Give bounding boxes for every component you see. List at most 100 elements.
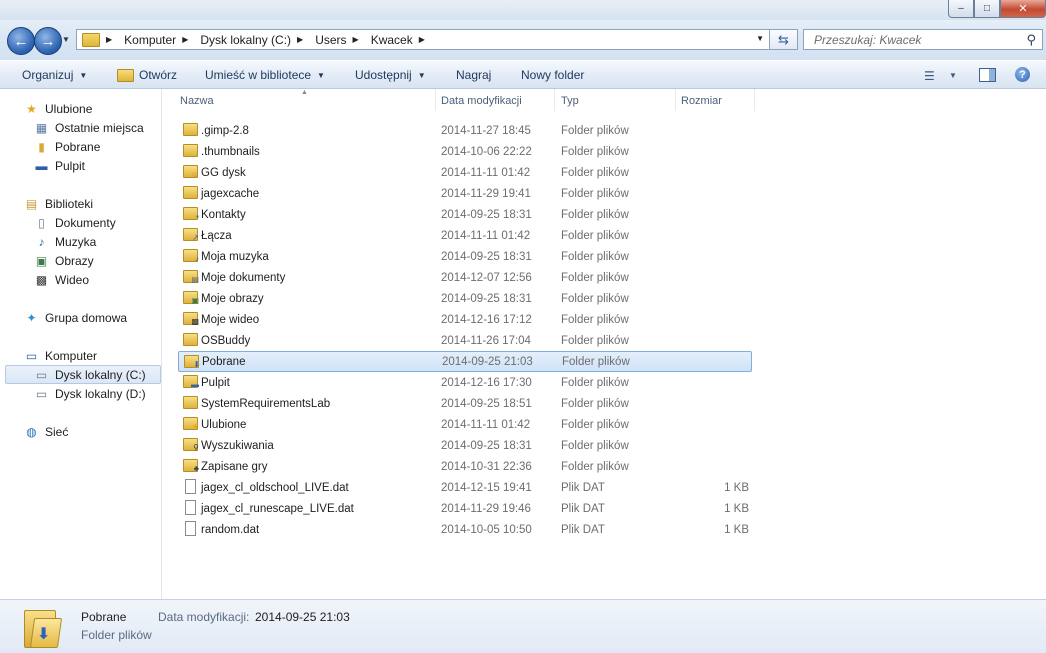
column-divider[interactable] (754, 89, 755, 111)
file-row[interactable]: ☺ GG dysk 2014-11-11 01:42 Folder plików (178, 162, 752, 183)
file-date: 2014-09-25 18:31 (441, 439, 532, 452)
sidebar-item-downloads[interactable]: ▮ Pobrane (34, 137, 100, 156)
sidebar-item-pictures[interactable]: ▣ Obrazy (34, 251, 94, 270)
file-row[interactable]: jagexcache 2014-11-29 19:41 Folder plików (178, 183, 752, 204)
column-type[interactable]: Typ (561, 95, 579, 107)
downloads-folder-large-icon: ⬇ (24, 606, 63, 648)
sidebar-item-homegroup[interactable]: ✦ Grupa domowa (24, 308, 127, 327)
file-row[interactable]: ▩ Moje wideo 2014-12-16 17:12 Folder plików (178, 309, 752, 330)
sidebar-item-music[interactable]: ♪ Muzyka (34, 232, 97, 251)
breadcrumb-drive-c[interactable]: Dysk lokalny (C:) ▶ (200, 33, 309, 47)
folder-icon (183, 396, 198, 409)
column-divider[interactable] (435, 89, 436, 111)
links-folder-icon: ↗ (183, 228, 199, 242)
file-row[interactable]: ▣ Moje obrazy 2014-09-25 18:31 Folder plikó… (178, 288, 752, 309)
sidebar-item-desktop[interactable]: ▬ Pulpit (34, 156, 86, 175)
music-folder-icon: ♪ (183, 249, 199, 263)
file-row[interactable]: ▬ Pulpit 2014-12-16 17:30 Folder plików (178, 372, 752, 393)
file-row[interactable]: ▪ Kontakty 2014-09-25 18:31 Folder plików (178, 204, 752, 225)
file-row[interactable]: ⚲ Wyszukiwania 2014-09-25 18:31 Folder plik… (178, 435, 752, 456)
forward-button[interactable]: → (34, 27, 62, 55)
file-date: 2014-10-06 22:22 (441, 145, 532, 158)
file-row[interactable]: .thumbnails 2014-10-06 22:22 Folder plików (178, 141, 752, 162)
back-button[interactable]: ← (7, 27, 35, 55)
column-divider[interactable] (554, 89, 555, 111)
column-size[interactable]: Rozmiar (681, 95, 722, 107)
search-icon[interactable]: ⚲ (1026, 32, 1036, 48)
file-type: Folder plików (561, 187, 629, 200)
breadcrumb-root-arrow[interactable]: ▶ (104, 35, 118, 44)
details-pane: ⬇ Pobrane Data modyfikacji: 2014-09-25 2… (0, 599, 1046, 653)
file-row[interactable]: ♣ Zapisane gry 2014-10-31 22:36 Folder plik… (178, 456, 752, 477)
open-folder-icon (117, 68, 134, 82)
search-input[interactable] (812, 31, 1026, 48)
back-arrow-icon: ← (13, 32, 29, 50)
file-name: Kontakty (201, 208, 246, 221)
file-row[interactable]: jagex_cl_runescape_LIVE.dat 2014-11-29 19… (178, 498, 752, 519)
chevron-down-icon: ▼ (317, 70, 325, 80)
file-type: Folder plików (561, 334, 629, 347)
file-row[interactable]: .gimp-2.8 2014-11-27 18:45 Folder plików (178, 120, 752, 141)
file-row[interactable]: OSBuddy 2014-11-26 17:04 Folder plików (178, 330, 752, 351)
address-bar[interactable]: ▶ Komputer ▶ Dysk lokalny (C:) ▶ Users ▶ Kw… (76, 29, 770, 50)
column-name[interactable]: Nazwa (180, 95, 214, 107)
drive-c-icon: ▭ (35, 367, 48, 382)
file-row[interactable]: SystemRequirementsLab 2014-09-25 18:51 Fol… (178, 393, 752, 414)
sidebar-item-libraries[interactable]: ▤ Biblioteki (24, 194, 93, 213)
file-row[interactable]: ⬇ Pobrane 2014-09-25 21:03 Folder plików (178, 351, 752, 372)
navigation-pane: ★ Ulubione ▦ Ostatnie miejsca ▮ Pobrane ▬ Pu… (0, 89, 162, 599)
refresh-button[interactable]: ⇆ (770, 29, 798, 50)
change-view-button[interactable]: ☰ (924, 69, 935, 83)
file-type: Folder plików (561, 124, 629, 137)
sidebar-item-favorites[interactable]: ★ Ulubione (24, 99, 92, 118)
file-type: Folder plików (561, 229, 629, 242)
sidebar-item-documents[interactable]: ▯ Dokumenty (34, 213, 116, 232)
file-date: 2014-09-25 18:51 (441, 397, 532, 410)
file-row[interactable]: ★ Ulubione 2014-11-11 01:42 Folder plików (178, 414, 752, 435)
sidebar-item-drive-d[interactable]: ▭ Dysk lokalny (D:) (34, 384, 146, 403)
file-name: Wyszukiwania (201, 439, 274, 452)
maximize-button[interactable]: □ (974, 0, 1000, 18)
preview-pane-icon[interactable] (979, 68, 996, 82)
folder-icon (183, 144, 198, 157)
file-row[interactable]: random.dat 2014-10-05 10:50 Plik DAT 1 KB (178, 519, 752, 540)
file-size: 1 KB (724, 502, 749, 515)
title-bar: – □ ✕ ← → ▼ ▶ Komputer ▶ Dysk lokalny (C:… (0, 0, 1046, 60)
minimize-button[interactable]: – (948, 0, 974, 18)
file-name: Pobrane (202, 355, 246, 368)
burn-button[interactable]: Nagraj (456, 68, 491, 82)
file-date: 2014-09-25 18:31 (441, 208, 532, 221)
details-name: Pobrane (81, 610, 127, 624)
column-date[interactable]: Data modyfikacji (441, 95, 522, 107)
file-row[interactable]: ▤ Moje dokumenty 2014-12-07 12:56 Folder pl… (178, 267, 752, 288)
sidebar-item-computer[interactable]: ▭ Komputer (24, 346, 97, 365)
file-name: Zapisane gry (201, 460, 268, 473)
file-name: jagex_cl_oldschool_LIVE.dat (201, 481, 349, 494)
column-divider[interactable] (675, 89, 676, 111)
organize-menu[interactable]: Organizuj ▼ (22, 68, 87, 82)
new-folder-button[interactable]: Nowy folder (521, 68, 584, 82)
file-name: Łącza (201, 229, 232, 242)
breadcrumb-computer[interactable]: Komputer ▶ (124, 33, 194, 47)
breadcrumb-kwacek[interactable]: Kwacek ▶ (371, 33, 431, 47)
sidebar-item-network[interactable]: ◍ Sieć (24, 422, 68, 441)
details-type: Folder plików (81, 628, 152, 642)
help-icon[interactable]: ? (1015, 67, 1030, 82)
breadcrumb-users[interactable]: Users ▶ (315, 33, 365, 47)
recent-pages-dropdown[interactable]: ▼ (62, 35, 70, 44)
share-menu[interactable]: Udostępnij ▼ (355, 68, 426, 82)
search-box[interactable]: ⚲ (803, 29, 1043, 50)
view-options-dropdown[interactable]: ▼ (949, 71, 957, 80)
include-in-library-menu[interactable]: Umieść w bibliotece ▼ (205, 68, 325, 82)
sidebar-item-recent-places[interactable]: ▦ Ostatnie miejsca (34, 118, 144, 137)
file-row[interactable]: ↗ Łącza 2014-11-11 01:42 Folder plików (178, 225, 752, 246)
documents-icon: ▯ (38, 215, 45, 230)
file-row[interactable]: ♪ Moja muzyka 2014-09-25 18:31 Folder plikó… (178, 246, 752, 267)
open-button[interactable]: Otwórz (117, 68, 177, 82)
close-button[interactable]: ✕ (1000, 0, 1046, 18)
sidebar-item-videos[interactable]: ▩ Wideo (34, 270, 89, 289)
address-dropdown[interactable]: ▼ (756, 34, 764, 43)
sidebar-item-drive-c[interactable]: ▭ Dysk lokalny (C:) (5, 365, 161, 384)
file-icon (185, 479, 196, 494)
file-row[interactable]: jagex_cl_oldschool_LIVE.dat 2014-12-15 19… (178, 477, 752, 498)
